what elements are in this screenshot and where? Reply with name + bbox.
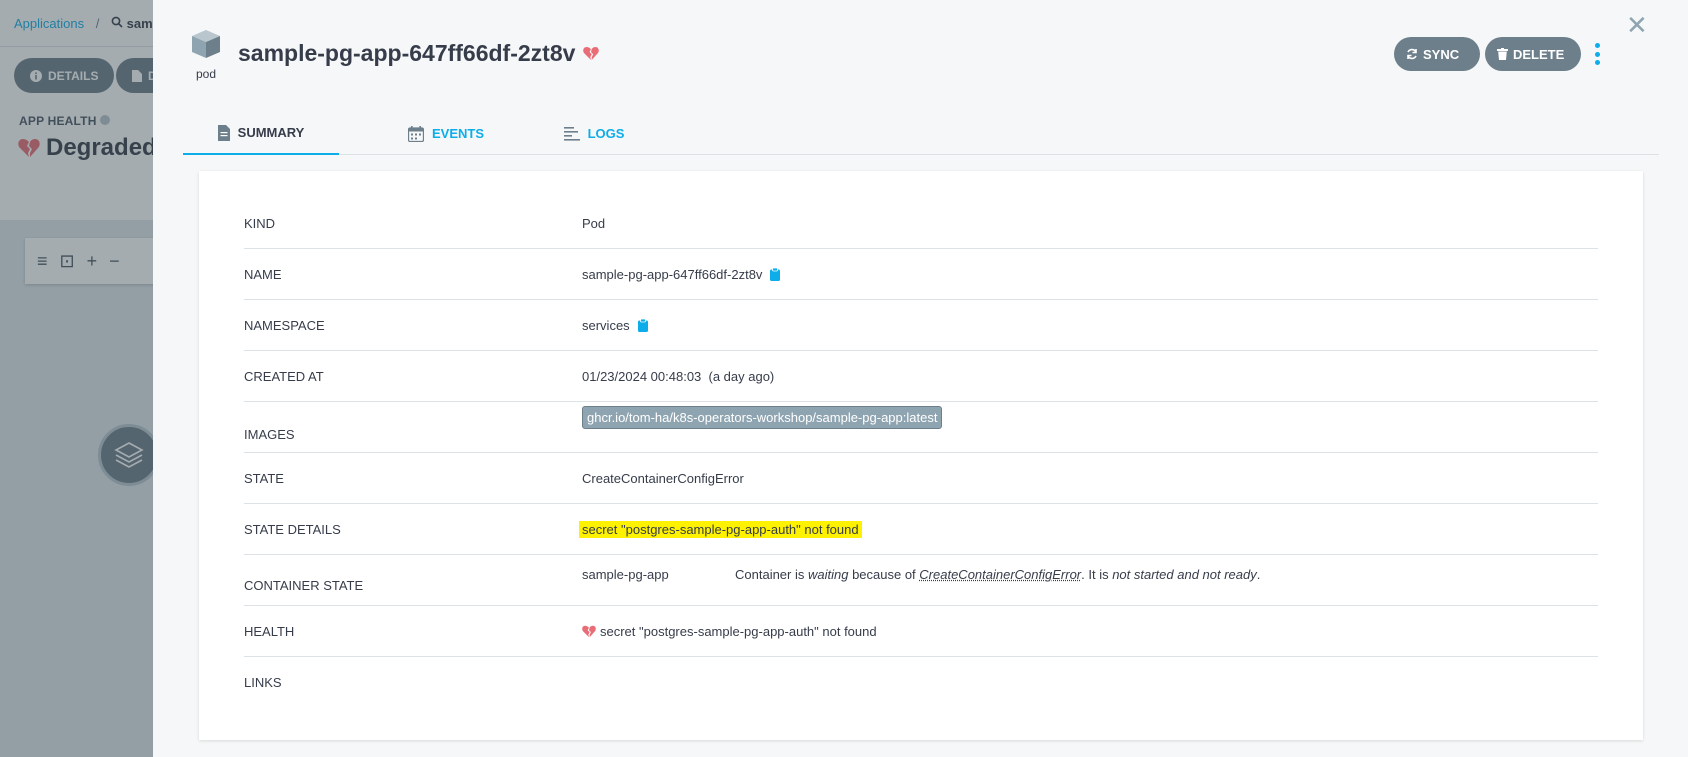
clipboard-icon[interactable]: [770, 268, 781, 281]
row-key: NAME: [244, 267, 282, 282]
summary-row-state-details: STATE DETAILS secret "postgres-sample-pg…: [244, 504, 1598, 555]
row-key: STATE DETAILS: [244, 522, 341, 537]
row-key: HEALTH: [244, 624, 295, 639]
row-key: CREATED AT: [244, 369, 324, 384]
trash-icon: [1497, 48, 1508, 60]
panel-header: pod sample-pg-app-647ff66df-2zt8v SYNC D…: [153, 0, 1688, 90]
health-message: secret "postgres-sample-pg-app-auth" not…: [600, 624, 877, 639]
delete-button[interactable]: DELETE: [1485, 37, 1581, 71]
calendar-icon: [407, 125, 424, 142]
container-state-message: Container is waiting because of CreateCo…: [735, 567, 1261, 582]
broken-heart-icon: [583, 46, 600, 61]
row-key: CONTAINER STATE: [244, 578, 364, 593]
summary-row-links: LINKS: [244, 657, 1598, 708]
tab-summary-label: SUMMARY: [237, 125, 305, 140]
summary-row-kind: KIND Pod: [244, 198, 1598, 249]
tab-events[interactable]: EVENTS: [391, 112, 501, 155]
name-value: sample-pg-app-647ff66df-2zt8v: [582, 267, 763, 282]
cube-icon: [192, 30, 220, 58]
summary-row-container-state: CONTAINER STATE sample-pg-app Container …: [244, 555, 1598, 606]
file-icon: [217, 124, 230, 141]
namespace-value: services: [582, 318, 630, 333]
resource-details-panel: pod sample-pg-app-647ff66df-2zt8v SYNC D…: [153, 0, 1688, 757]
image-tag: ghcr.io/tom-ha/k8s-operators-workshop/sa…: [582, 406, 943, 429]
row-key: LINKS: [244, 675, 282, 690]
resource-kind: pod: [186, 28, 226, 81]
tab-events-label: EVENTS: [431, 126, 484, 141]
logs-icon: [563, 126, 580, 141]
summary-row-images: IMAGES ghcr.io/tom-ha/k8s-operators-work…: [244, 402, 1598, 453]
resource-name: sample-pg-app-647ff66df-2zt8v: [238, 40, 576, 66]
state-details-highlight: secret "postgres-sample-pg-app-auth" not…: [579, 521, 862, 538]
row-value: CreateContainerConfigError: [582, 471, 744, 486]
row-key: KIND: [244, 216, 276, 231]
sync-button-label: SYNC: [1423, 46, 1460, 62]
summary-row-created-at: CREATED AT 01/23/2024 00:48:03 (a day ag…: [244, 351, 1598, 402]
row-value: secret "postgres-sample-pg-app-auth" not…: [582, 606, 877, 657]
row-value: sample-pg-app-647ff66df-2zt8v: [582, 249, 781, 300]
summary-row-health: HEALTH secret "postgres-sample-pg-app-au…: [244, 606, 1598, 657]
tab-logs[interactable]: LOGS: [549, 112, 639, 155]
error-reason-link: CreateContainerConfigError: [919, 567, 1082, 582]
row-key: IMAGES: [244, 427, 295, 442]
row-value: Pod: [582, 216, 606, 231]
row-value: ghcr.io/tom-ha/k8s-operators-workshop/sa…: [582, 402, 943, 453]
sync-button[interactable]: SYNC: [1394, 37, 1480, 71]
resource-title: sample-pg-app-647ff66df-2zt8v: [238, 40, 600, 67]
delete-button-label: DELETE: [1513, 46, 1565, 62]
row-value: secret "postgres-sample-pg-app-auth" not…: [579, 504, 862, 555]
container-name: sample-pg-app: [582, 567, 669, 582]
summary-row-name: NAME sample-pg-app-647ff66df-2zt8v: [244, 249, 1598, 300]
sync-icon: [1407, 48, 1417, 60]
summary-row-state: STATE CreateContainerConfigError: [244, 453, 1598, 504]
row-value: sample-pg-app Container is waiting becau…: [582, 555, 1582, 606]
clipboard-icon[interactable]: [637, 319, 648, 332]
row-value: 01/23/2024 00:48:03 (a day ago): [582, 369, 775, 384]
tab-logs-label: LOGS: [587, 126, 625, 141]
row-key: STATE: [244, 471, 284, 486]
close-icon[interactable]: ✕: [1626, 12, 1648, 38]
tab-summary[interactable]: SUMMARY: [183, 112, 339, 155]
summary-card: KIND Pod NAME sample-pg-app-647ff66df-2z…: [199, 171, 1643, 740]
row-value: services: [582, 300, 648, 351]
broken-heart-icon: [582, 625, 596, 638]
tab-bar: SUMMARY EVENTS LOGS: [183, 112, 1659, 155]
resource-kind-label: pod: [195, 67, 217, 81]
summary-row-namespace: NAMESPACE services: [244, 300, 1598, 351]
kebab-icon[interactable]: [1592, 43, 1602, 65]
row-key: NAMESPACE: [244, 318, 325, 333]
